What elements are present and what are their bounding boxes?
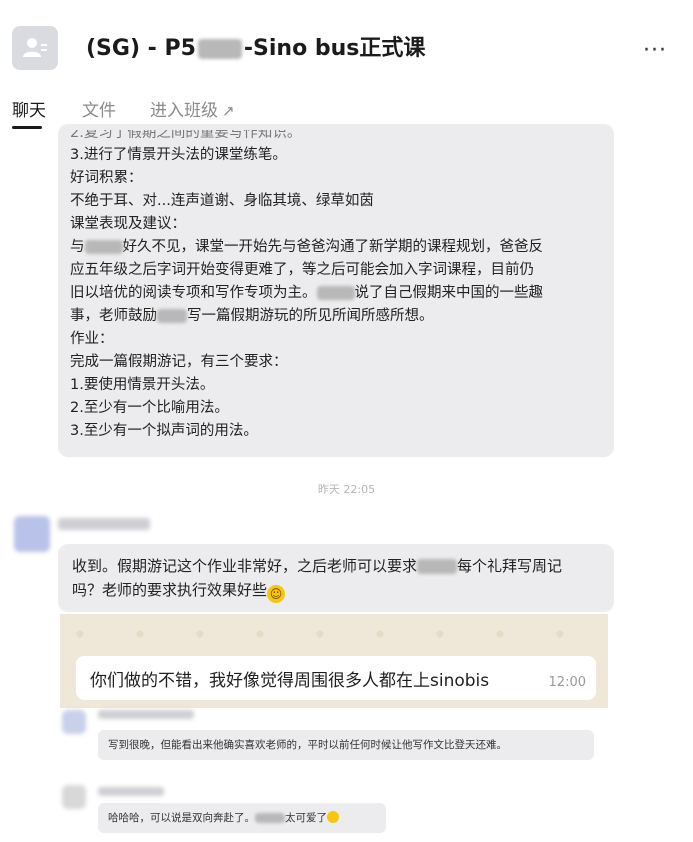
redacted-name [84, 240, 123, 254]
redacted-name [417, 559, 458, 574]
message-timestamp: 昨天 22:05 [317, 483, 376, 496]
report-line: 旧以培优的阅读专项和写作专项为主。 说了自己假期来中国的一些趣 [70, 282, 602, 305]
group-people-icon [23, 38, 47, 57]
reply-text: 收到。假期游记这个作业非常好，之后老师可以要求 [72, 557, 418, 575]
report-line-text: 与 [70, 239, 85, 255]
reply-text: 吗？老师的要求执行效果好些 [72, 581, 268, 599]
reply-text: 每个礼拜写周记 [457, 557, 563, 575]
report-line: 不绝于耳、对...连声道谢、身临其境、绿草如茵 [70, 193, 374, 209]
group-avatar[interactable] [12, 26, 58, 70]
chat-title-prefix: (SG) - P5 [86, 36, 196, 61]
report-line: 作业： [70, 331, 114, 347]
report-line: 2.至少有一个比喻用法。 [70, 400, 229, 416]
comment-message: 写到很晚，但能看出来他确实喜欢老师的，平时以前任何时候让他写作文比登天还难。 [98, 730, 594, 760]
avatar[interactable] [14, 516, 50, 552]
tab-enter-class-label: 进入班级 [150, 101, 218, 121]
chat-header: (SG) - P5 -Sino bus正式课 ··· [0, 0, 693, 88]
active-tab-indicator [12, 126, 42, 129]
comment-text: 写到很晚，但能看出来他确实喜欢老师的，平时以前任何时候让他写作文比登天还难。 [108, 739, 507, 751]
report-line-text: 好久不见，课堂一开始先与爸爸沟通了新学期的课程规划，爸爸反 [122, 239, 544, 255]
reply-line: 收到。假期游记这个作业非常好，之后老师可以要求 每个礼拜写周记 [72, 554, 600, 578]
more-options-icon[interactable]: ··· [643, 38, 667, 63]
smile-emoji-icon [327, 811, 339, 823]
avatar[interactable] [62, 785, 86, 809]
redacted-name [157, 309, 187, 323]
report-line-text: 事，老师鼓励 [70, 308, 157, 324]
reply-line: 吗？老师的要求执行效果好些 ☺ [72, 578, 600, 603]
sender-name-redacted [58, 518, 150, 530]
sender-name-redacted [98, 787, 164, 796]
sender-name-redacted [98, 710, 194, 719]
quoted-message-text: 你们做的不错，我好像觉得周围很多人都在上sinobis [90, 671, 490, 691]
tab-files[interactable]: 文件 [82, 96, 116, 121]
report-line-text: 旧以培优的阅读专项和写作专项为主。 [70, 285, 317, 301]
class-report-message: 2.复习了假期之间的重要写作知识。 3.进行了情景开头法的课堂练笔。 好词积累：… [58, 124, 614, 457]
parent-reply-message: 收到。假期游记这个作业非常好，之后老师可以要求 每个礼拜写周记 吗？老师的要求执行… [58, 544, 614, 612]
report-line: 完成一篇假期游记，有三个要求： [70, 354, 288, 370]
report-line: 3.至少有一个拟声词的用法。 [70, 423, 258, 439]
report-line: 课堂表现及建议： [70, 216, 186, 232]
report-line-text: 写一篇假期游玩的所见所闻所感所想。 [187, 308, 434, 324]
redacted-name [316, 286, 355, 300]
quoted-message: 你们做的不错，我好像觉得周围很多人都在上sinobis 12:00 [76, 656, 596, 700]
report-line: 2.复习了假期之间的重要写作知识。 [70, 130, 302, 141]
comment-text: 哈哈哈，可以说是双向奔赴了。 [108, 812, 255, 824]
comment-line: 哈哈哈，可以说是双向奔赴了。 太可爱了 [108, 811, 339, 824]
report-line: 与 好久不见，课堂一开始先与爸爸沟通了新学期的课程规划，爸爸反 [70, 236, 602, 259]
chat-title-suffix: -Sino bus正式课 [243, 36, 426, 61]
redacted-block [197, 39, 242, 59]
external-arrow-icon: ↗ [222, 102, 235, 120]
avatar[interactable] [62, 710, 86, 734]
report-line: 好词积累： [70, 170, 143, 186]
quoted-message-time: 12:00 [548, 675, 586, 690]
comment-message: 哈哈哈，可以说是双向奔赴了。 太可爱了 [98, 803, 386, 833]
smile-emoji-icon: ☺ [267, 585, 286, 603]
tab-enter-class[interactable]: 进入班级 ↗ [150, 96, 235, 121]
comment-text: 太可爱了 [285, 812, 327, 824]
report-line: 事，老师鼓励 写一篇假期游玩的所见所闻所感所想。 [70, 305, 602, 328]
report-line: 1.要使用情景开头法。 [70, 377, 215, 393]
redacted-name [255, 813, 285, 823]
chat-title: (SG) - P5 -Sino bus正式课 [86, 30, 425, 62]
tab-chat[interactable]: 聊天 [12, 96, 46, 121]
report-line: 应五年级之后字词开始变得更难了，等之后可能会加入字词课程，目前仍 [70, 262, 534, 278]
report-line-text: 说了自己假期来中国的一些趣 [354, 285, 544, 301]
report-line: 3.进行了情景开头法的课堂练笔。 [70, 147, 287, 163]
